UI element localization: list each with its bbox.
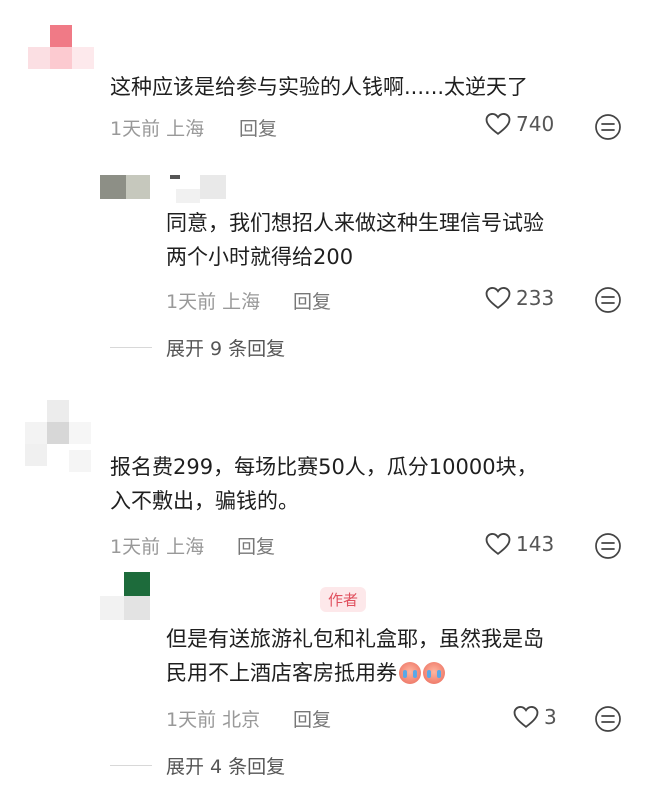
more-options-icon[interactable] <box>594 705 622 733</box>
comment-meta: 1天前 上海 <box>110 114 204 141</box>
heart-outline-icon <box>485 113 511 135</box>
reply-meta: 1天前 北京 <box>166 705 260 732</box>
reply-location: 北京 <box>222 709 261 731</box>
divider <box>110 765 152 766</box>
comment-text: 这种应该是给参与实验的人钱啊......太逆天了 <box>110 75 529 99</box>
like-count: 740 <box>516 112 555 136</box>
author-badge: 作者 <box>320 587 367 612</box>
comment-text: 报名费299，每场比赛50人，瓜分10000块， 入不敷出，骗钱的。 <box>110 455 538 513</box>
heart-outline-icon <box>485 287 511 309</box>
reply-button[interactable]: 回复 <box>237 532 275 559</box>
avatar[interactable] <box>25 400 105 480</box>
reply-text: 同意，我们想招人来做这种生理信号试验 两个小时就得给200 <box>166 211 544 269</box>
more-options-icon[interactable] <box>594 286 622 314</box>
reply-text: 但是有送旅游礼包和礼盒耶，虽然我是岛 民用不上酒店客房抵用券 <box>166 627 544 685</box>
avatar[interactable] <box>100 572 160 628</box>
heart-outline-icon <box>485 533 511 555</box>
avatar[interactable] <box>28 25 108 75</box>
more-options-icon[interactable] <box>594 113 622 141</box>
like-button[interactable]: 233 <box>484 286 554 310</box>
reply-time: 1天前 <box>166 709 217 731</box>
like-button[interactable]: 3 <box>512 705 557 729</box>
expand-replies[interactable]: 展开 9 条回复 <box>110 334 285 361</box>
heart-outline-icon <box>513 706 539 728</box>
expand-replies[interactable]: 展开 4 条回复 <box>110 752 285 779</box>
like-count: 3 <box>544 705 557 729</box>
like-count: 143 <box>516 532 555 556</box>
reply-button[interactable]: 回复 <box>293 287 331 314</box>
comment-meta: 1天前 上海 <box>110 532 204 559</box>
avatar[interactable] <box>100 175 230 205</box>
reply-button[interactable]: 回复 <box>293 705 331 732</box>
more-options-icon[interactable] <box>594 532 622 560</box>
comment-location: 上海 <box>166 118 205 140</box>
like-count: 233 <box>516 286 555 310</box>
expand-replies-label: 展开 9 条回复 <box>166 338 286 360</box>
reply-time: 1天前 <box>166 291 217 313</box>
reply-location: 上海 <box>222 291 261 313</box>
divider <box>110 347 152 348</box>
reply-button[interactable]: 回复 <box>239 114 277 141</box>
like-button[interactable]: 740 <box>484 112 554 136</box>
crying-face-emoji <box>399 662 421 684</box>
comment-time: 1天前 <box>110 118 161 140</box>
expand-replies-label: 展开 4 条回复 <box>166 756 286 778</box>
reply-meta: 1天前 上海 <box>166 287 260 314</box>
crying-face-emoji <box>423 662 445 684</box>
like-button[interactable]: 143 <box>484 532 554 556</box>
comment-location: 上海 <box>166 536 205 558</box>
comment-time: 1天前 <box>110 536 161 558</box>
